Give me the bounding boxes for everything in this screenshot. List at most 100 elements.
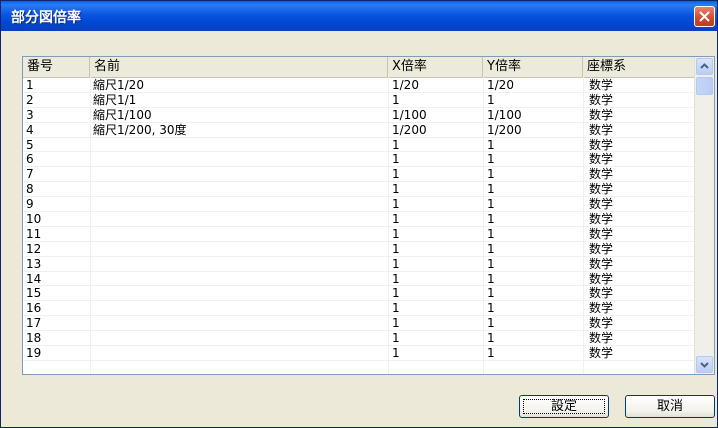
cell-y: 1 <box>487 182 495 197</box>
table-row[interactable]: 12 1 1 数学 <box>23 242 695 257</box>
cell-x: 1 <box>392 286 400 301</box>
close-button[interactable] <box>694 6 715 27</box>
cell-name: 縮尺1/20 <box>93 78 144 92</box>
cell-x: 1/20 <box>392 78 419 92</box>
cell-coord: 数学 <box>589 212 614 227</box>
scale-list[interactable]: 番号 名前 X倍率 Y倍率 座標系 1 縮尺1/20 1/20 1/20 数学 2 縮尺1/… <box>22 56 715 375</box>
cell-y: 1 <box>487 346 495 361</box>
cell-x: 1 <box>392 271 400 286</box>
list-rows: 1 縮尺1/20 1/20 1/20 数学 2 縮尺1/1 1 1 数学 3 縮尺1/100 1/100… <box>23 78 695 361</box>
cell-y: 1/100 <box>487 107 522 122</box>
table-row[interactable]: 10 1 1 数学 <box>23 212 695 227</box>
cell-x: 1 <box>392 137 400 152</box>
cell-no: 19 <box>26 346 42 361</box>
cell-y: 1 <box>487 286 495 301</box>
cell-x: 1 <box>392 346 400 361</box>
cell-x: 1 <box>392 152 400 167</box>
cell-coord: 数学 <box>589 182 614 197</box>
cell-no: 12 <box>26 241 42 256</box>
cell-name: 縮尺1/100 <box>93 107 152 122</box>
cell-no: 4 <box>26 122 34 137</box>
cell-y: 1 <box>487 241 495 256</box>
table-row[interactable]: 17 1 1 数学 <box>23 316 695 332</box>
cell-no: 15 <box>26 286 42 301</box>
table-row[interactable]: 18 1 1 数学 <box>23 331 695 347</box>
cell-no: 10 <box>26 212 42 227</box>
cell-no: 7 <box>26 167 34 182</box>
cell-coord: 数学 <box>589 197 614 212</box>
cell-y: 1 <box>487 92 495 107</box>
column-header-y-scale[interactable]: Y倍率 <box>483 57 583 77</box>
cell-y: 1 <box>487 212 495 227</box>
column-header-number[interactable]: 番号 <box>23 57 90 77</box>
cell-coord: 数学 <box>589 107 614 122</box>
table-row[interactable]: 9 1 1 数学 <box>23 197 695 213</box>
cell-coord: 数学 <box>589 92 614 107</box>
cell-x: 1 <box>392 212 400 227</box>
table-row[interactable]: 15 1 1 数学 <box>23 286 695 302</box>
cell-y: 1 <box>487 197 495 212</box>
table-row[interactable]: 14 1 1 数学 <box>23 272 695 287</box>
table-row[interactable]: 1 縮尺1/20 1/20 1/20 数学 <box>23 78 695 93</box>
cell-coord: 数学 <box>589 137 614 152</box>
window-title: 部分図倍率 <box>11 10 81 26</box>
table-row[interactable]: 7 1 1 数学 <box>23 167 695 183</box>
cell-coord: 数学 <box>589 122 614 137</box>
column-header-x-scale[interactable]: X倍率 <box>388 57 483 77</box>
cell-coord: 数学 <box>589 286 614 301</box>
cell-no: 13 <box>26 256 42 271</box>
scroll-thumb[interactable] <box>696 77 713 95</box>
table-row[interactable]: 3 縮尺1/100 1/100 1/100 数学 <box>23 108 695 123</box>
table-row[interactable]: 8 1 1 数学 <box>23 182 695 198</box>
table-row[interactable]: 5 1 1 数学 <box>23 138 695 153</box>
vertical-scrollbar[interactable] <box>694 57 714 374</box>
table-row[interactable]: 2 縮尺1/1 1 1 数学 <box>23 93 695 108</box>
table-row[interactable]: 4 縮尺1/200, 30度 1/200 1/200 数学 <box>23 123 695 138</box>
list-header: 番号 名前 X倍率 Y倍率 座標系 <box>23 57 695 78</box>
table-row[interactable]: 13 1 1 数学 <box>23 257 695 272</box>
cell-no: 8 <box>26 182 34 197</box>
cell-x: 1 <box>392 182 400 197</box>
table-row[interactable]: 6 1 1 数学 <box>23 152 695 168</box>
cell-x: 1 <box>392 197 400 212</box>
cell-coord: 数学 <box>589 167 614 182</box>
cell-no: 1 <box>26 78 34 92</box>
column-header-coordinate-system[interactable]: 座標系 <box>583 57 695 77</box>
cell-no: 11 <box>26 226 42 241</box>
cell-x: 1 <box>392 256 400 271</box>
cell-y: 1 <box>487 331 495 346</box>
cell-x: 1/100 <box>392 107 427 122</box>
cancel-button-label: 取消 <box>656 399 683 414</box>
table-row[interactable]: 16 1 1 数学 <box>23 301 695 317</box>
column-header-name[interactable]: 名前 <box>90 57 388 77</box>
title-bar[interactable]: 部分図倍率 <box>1 1 717 31</box>
cell-coord: 数学 <box>589 331 614 346</box>
cell-no: 6 <box>26 152 34 167</box>
cell-no: 17 <box>26 316 42 331</box>
cell-coord: 数学 <box>589 226 614 241</box>
cell-y: 1 <box>487 271 495 286</box>
cell-no: 2 <box>26 92 34 107</box>
cell-y: 1 <box>487 316 495 331</box>
cell-no: 9 <box>26 197 34 212</box>
cell-y: 1 <box>487 226 495 241</box>
scroll-up-button[interactable] <box>696 58 713 75</box>
cell-x: 1 <box>392 167 400 182</box>
cell-no: 14 <box>26 271 42 286</box>
cell-no: 3 <box>26 107 34 122</box>
cell-y: 1 <box>487 152 495 167</box>
table-row[interactable]: 19 1 1 数学 <box>23 346 695 361</box>
set-button[interactable]: 設定 <box>519 395 609 418</box>
cell-no: 18 <box>26 331 42 346</box>
cell-y: 1/20 <box>487 78 514 92</box>
cell-coord: 数学 <box>589 152 614 167</box>
cell-no: 16 <box>26 301 42 316</box>
cell-coord: 数学 <box>589 346 614 361</box>
table-row[interactable]: 11 1 1 数学 <box>23 227 695 242</box>
cancel-button[interactable]: 取消 <box>625 395 715 418</box>
cell-x: 1 <box>392 331 400 346</box>
dialog-window: 部分図倍率 番号 名前 X倍率 Y倍率 座標系 1 縮尺1/20 1/20 1/20 数… <box>0 0 718 428</box>
chevron-up-icon <box>700 63 709 69</box>
cell-name: 縮尺1/200, 30度 <box>93 122 187 137</box>
scroll-down-button[interactable] <box>696 356 713 373</box>
